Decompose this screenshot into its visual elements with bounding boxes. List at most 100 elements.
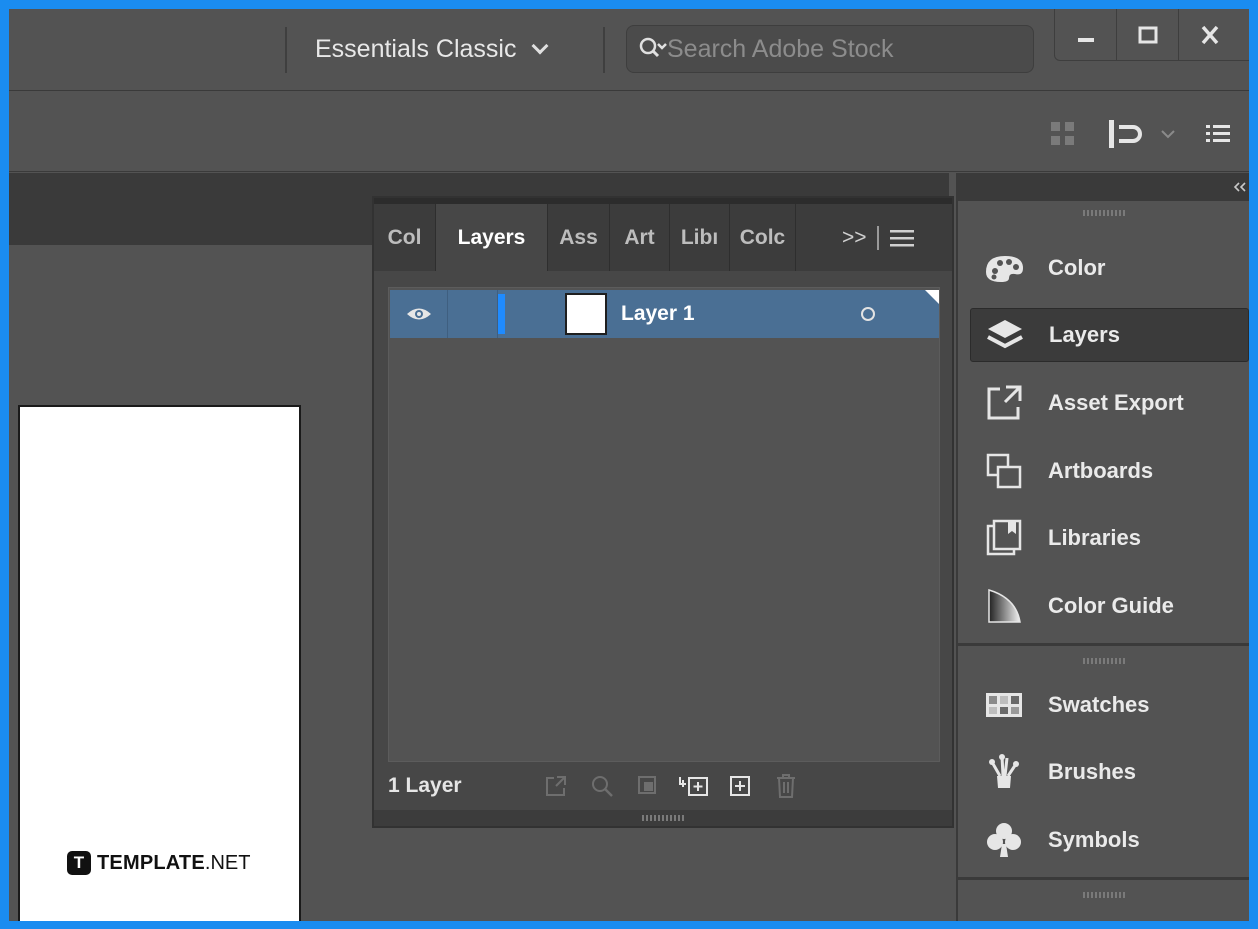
collapse-arrows-icon[interactable] bbox=[1233, 182, 1247, 192]
dock-item-label: Libraries bbox=[1048, 525, 1141, 550]
asset-export-icon bbox=[978, 381, 1030, 425]
palette-icon bbox=[978, 246, 1030, 290]
title-bar: Essentials Classic bbox=[9, 9, 1249, 91]
control-bar bbox=[9, 92, 1249, 172]
dock-group-grip[interactable] bbox=[958, 655, 1249, 667]
dock-item-asset-export[interactable]: Asset Export bbox=[970, 376, 1249, 430]
dock-item-label: Brushes bbox=[1048, 759, 1137, 784]
eye-icon bbox=[406, 308, 431, 320]
clipping-mask-icon bbox=[638, 776, 656, 794]
new-layer-icon bbox=[730, 776, 750, 796]
dock-item-label: Color Guide bbox=[1048, 593, 1174, 618]
dock-item-label: Asset Export bbox=[1048, 390, 1184, 415]
template-logo-icon: T bbox=[67, 851, 91, 875]
tab-layers[interactable]: Layers bbox=[436, 204, 548, 271]
locate-object-button[interactable] bbox=[579, 768, 625, 804]
dock-header bbox=[958, 173, 1249, 201]
search-icon bbox=[639, 37, 667, 58]
layer-color-indicator bbox=[498, 294, 505, 334]
target-circle-icon[interactable] bbox=[861, 307, 875, 321]
tab-artboards[interactable]: Art bbox=[610, 204, 670, 271]
dock-group-divider bbox=[958, 877, 1249, 880]
grip-icon bbox=[1082, 658, 1125, 664]
search-input[interactable] bbox=[667, 34, 987, 64]
dock-item-label: Artboards bbox=[1048, 458, 1154, 483]
new-sublayer-button[interactable] bbox=[671, 768, 717, 804]
layer-thumbnail bbox=[565, 293, 607, 335]
search-icon bbox=[592, 776, 613, 797]
layers-icon bbox=[979, 313, 1031, 357]
panel-overflow-button[interactable]: >> bbox=[842, 226, 867, 250]
layers-panel: Col Layers Ass Art Libı Colc >> Layer 1 … bbox=[372, 196, 954, 828]
dock-item-brushes[interactable]: Brushes bbox=[970, 745, 1249, 799]
export-button[interactable] bbox=[533, 768, 579, 804]
panel-resize-grip[interactable] bbox=[374, 810, 952, 826]
layer-count: 1 Layer bbox=[388, 774, 462, 797]
stock-search[interactable] bbox=[626, 25, 1034, 73]
selection-corner-icon bbox=[925, 290, 939, 304]
dock-item-color-guide[interactable]: Color Guide bbox=[970, 579, 1249, 633]
color-guide-icon bbox=[978, 584, 1030, 628]
dock-item-label: Color bbox=[1048, 255, 1106, 280]
grip-icon bbox=[642, 815, 684, 821]
list-menu-icon[interactable] bbox=[1205, 122, 1231, 146]
tab-asset-export[interactable]: Ass bbox=[548, 204, 610, 271]
layers-footer: 1 Layer bbox=[374, 766, 952, 806]
swatches-icon bbox=[978, 683, 1030, 727]
delete-layer-button[interactable] bbox=[763, 768, 809, 804]
arrange-grid-icon[interactable] bbox=[1049, 120, 1077, 148]
tab-libraries[interactable]: Libı bbox=[670, 204, 730, 271]
maximize-icon bbox=[1138, 26, 1157, 44]
dock-item-label: Symbols bbox=[1048, 827, 1140, 852]
dock-item-swatches[interactable]: Swatches bbox=[970, 678, 1249, 732]
panel-menu-icon[interactable] bbox=[889, 227, 915, 249]
divider bbox=[876, 225, 879, 250]
lock-toggle[interactable] bbox=[448, 290, 498, 338]
new-sublayer-icon bbox=[679, 777, 708, 796]
workspace-label: Essentials Classic bbox=[315, 34, 517, 63]
grip-icon bbox=[1082, 892, 1125, 898]
dock-group-grip[interactable] bbox=[958, 889, 1249, 901]
panel-tab-bar: Col Layers Ass Art Libı Colc >> bbox=[374, 198, 952, 271]
workspace-switcher[interactable]: Essentials Classic bbox=[315, 29, 549, 69]
close-button[interactable] bbox=[1179, 9, 1241, 61]
maximize-button[interactable] bbox=[1117, 9, 1179, 61]
clipping-mask-button[interactable] bbox=[625, 768, 671, 804]
grip-icon bbox=[1082, 210, 1125, 216]
illustrator-window: Essentials Classic Search Adobe Stock T … bbox=[9, 9, 1249, 921]
dock-item-color[interactable]: Color bbox=[970, 241, 1249, 295]
trash-icon bbox=[777, 774, 795, 798]
dock-item-artboards[interactable]: Artboards bbox=[970, 444, 1249, 498]
chevron-down-icon bbox=[1161, 130, 1175, 139]
layer-name[interactable]: Layer 1 bbox=[621, 302, 861, 326]
visibility-toggle[interactable] bbox=[390, 290, 448, 338]
divider bbox=[603, 27, 605, 73]
artboards-icon bbox=[978, 449, 1030, 493]
control-bar-icons bbox=[1049, 118, 1231, 150]
dock-group-divider bbox=[958, 643, 1249, 646]
watermark-text: TEMPLATE.NET bbox=[97, 851, 251, 874]
template-net-watermark: T TEMPLATE.NET bbox=[67, 851, 250, 875]
symbols-icon bbox=[978, 818, 1030, 862]
tab-color-guide[interactable]: Colc bbox=[730, 204, 796, 271]
libraries-icon bbox=[978, 516, 1030, 560]
dock-item-symbols[interactable]: Symbols bbox=[970, 813, 1249, 867]
align-dropdown[interactable] bbox=[1107, 118, 1175, 150]
dock-group-grip[interactable] bbox=[958, 207, 1249, 219]
tab-color[interactable]: Col bbox=[374, 204, 436, 271]
layer-row[interactable]: Layer 1 bbox=[390, 290, 939, 338]
window-controls bbox=[1054, 9, 1249, 61]
brushes-icon bbox=[978, 750, 1030, 794]
divider bbox=[285, 27, 287, 73]
right-panel-dock: Color Layers Asset Export Artboards Libr bbox=[956, 173, 1249, 921]
dock-item-libraries[interactable]: Libraries bbox=[970, 511, 1249, 565]
new-layer-button[interactable] bbox=[717, 768, 763, 804]
panel-tab-tools: >> bbox=[842, 204, 915, 271]
minimize-icon bbox=[1077, 38, 1094, 42]
artboard[interactable] bbox=[18, 405, 301, 921]
dock-item-layers[interactable]: Layers bbox=[970, 308, 1249, 362]
close-icon bbox=[1201, 25, 1219, 45]
dock-item-label: Swatches bbox=[1048, 692, 1150, 717]
layers-list: Layer 1 bbox=[388, 287, 940, 762]
minimize-button[interactable] bbox=[1055, 9, 1117, 61]
